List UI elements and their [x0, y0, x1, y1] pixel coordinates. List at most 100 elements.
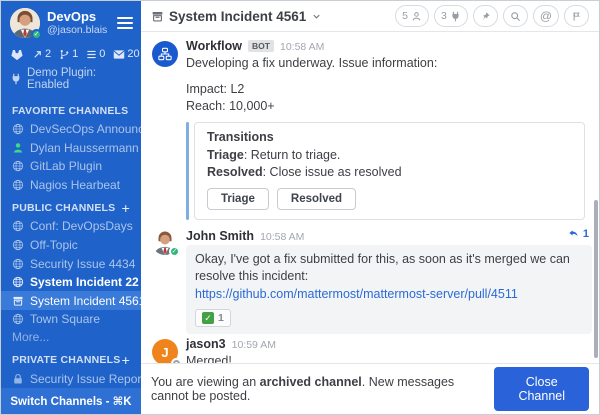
- mentions-button[interactable]: @: [533, 5, 559, 27]
- sidebar-item-system-incident-4561[interactable]: System Incident 4561: [1, 291, 141, 310]
- attachment-field-triage: Triage: Return to triage.: [207, 147, 572, 164]
- author-name[interactable]: Workflow: [186, 39, 242, 53]
- post-workflow-1: Workflow BOT 10:58 AM Developing a fix u…: [152, 39, 599, 224]
- merge-requests-counter[interactable]: 2: [32, 48, 51, 60]
- sidebar-item-system-incident-22[interactable]: System Incident 22 1: [1, 273, 141, 292]
- add-private-channel-button[interactable]: +: [122, 355, 130, 365]
- sidebar-item-security-issue-4434[interactable]: Security Issue 4434: [1, 254, 141, 273]
- reaction-white-check-mark[interactable]: 1: [195, 309, 231, 327]
- reply-thread-button[interactable]: 1: [567, 227, 589, 240]
- globe-icon: [12, 220, 24, 232]
- post-header: Workflow BOT 10:58 AM: [186, 39, 599, 53]
- user-avatar: [10, 8, 40, 38]
- impact-line: Impact: L2: [186, 81, 599, 98]
- plug-icon: [10, 73, 22, 85]
- todo-counter[interactable]: 0: [86, 48, 105, 60]
- archive-icon: [12, 295, 24, 307]
- sidebar: DevOps @jason.blais 2 1 0 2: [1, 1, 141, 414]
- jason3-avatar: J: [152, 339, 178, 363]
- issue-info: Impact: L2 Reach: 10,000+: [186, 81, 599, 115]
- channel-toolbar: 5 3 @: [395, 5, 589, 27]
- resolved-button[interactable]: Resolved: [277, 188, 356, 210]
- issues-counter[interactable]: 1: [59, 48, 78, 60]
- demo-plugin-label: Demo Plugin: Enabled: [27, 67, 132, 91]
- channel-title-menu[interactable]: System Incident 4561: [151, 9, 322, 24]
- attachment-field-resolved: Resolved: Close issue as resolved: [207, 164, 572, 181]
- channel-view: System Incident 4561 5 3: [141, 1, 599, 414]
- team-header[interactable]: DevOps @jason.blais: [1, 1, 141, 43]
- online-status-icon: [31, 29, 42, 40]
- post-jason3: J jason3 10:59 AM Merged! 2: [152, 337, 599, 363]
- team-identity: DevOps @jason.blais: [47, 10, 110, 37]
- gitlab-icon[interactable]: [10, 47, 24, 61]
- attachment-accent-bar: [186, 122, 189, 220]
- post-john-smith: John Smith 10:58 AM 1 Okay, I've got a f…: [152, 227, 599, 334]
- triage-button[interactable]: Triage: [207, 188, 269, 210]
- reach-line: Reach: 10,000+: [186, 98, 599, 115]
- message-list: Workflow BOT 10:58 AM Developing a fix u…: [141, 32, 599, 363]
- sidebar-item-town-square[interactable]: Town Square: [1, 310, 141, 329]
- message-attachment: Transitions Triage: Return to triage. Re…: [186, 122, 585, 220]
- globe-icon: [12, 276, 24, 288]
- chevron-down-icon: [311, 11, 322, 22]
- sidebar-item-devsecops-announces[interactable]: DevSecOps Announces: [1, 120, 141, 139]
- archived-notice: You are viewing an archived channel. New…: [151, 375, 480, 403]
- sidebar-item-dylan-haussermann[interactable]: Dylan Haussermann: [1, 139, 141, 158]
- sidebar-item-conf-devopsdays[interactable]: Conf: DevOpsDays: [1, 217, 141, 236]
- bot-badge: BOT: [248, 40, 274, 52]
- list-icon: [86, 49, 97, 60]
- flag-icon: [571, 11, 582, 22]
- user-handle: @jason.blais: [47, 24, 110, 36]
- search-button[interactable]: [503, 5, 528, 27]
- author-name[interactable]: jason3: [186, 337, 226, 351]
- plug-icon: [450, 11, 461, 22]
- more-channels-link[interactable]: More...: [1, 328, 141, 346]
- attachment-card: Transitions Triage: Return to triage. Re…: [194, 122, 585, 220]
- sidebar-item-nagios-hearbeat[interactable]: Nagios Hearbeat: [1, 176, 141, 195]
- lock-icon: [12, 373, 24, 385]
- timestamp[interactable]: 10:58 AM: [280, 41, 324, 53]
- github-pull-request-link[interactable]: https://github.com/mattermost/mattermost…: [195, 286, 518, 303]
- pinned-posts-button[interactable]: [473, 5, 498, 27]
- close-channel-button[interactable]: Close Channel: [494, 367, 589, 411]
- main-menu-icon[interactable]: [117, 14, 133, 32]
- message-text: Okay, I've got a fix submitted for this,…: [195, 251, 583, 285]
- archived-channel-footer: You are viewing an archived channel. New…: [141, 363, 599, 414]
- timestamp[interactable]: 10:59 AM: [232, 339, 276, 351]
- reaction-count: 1: [218, 312, 224, 324]
- git-branch-icon: [59, 49, 70, 60]
- scrollbar[interactable]: [594, 200, 598, 358]
- globe-icon: [12, 123, 24, 135]
- at-icon: @: [540, 9, 552, 23]
- add-public-channel-button[interactable]: +: [122, 203, 130, 213]
- channel-title: System Incident 4561: [169, 9, 306, 24]
- workflow-bot-avatar: [152, 41, 178, 67]
- online-status-icon: [169, 246, 180, 257]
- sidebar-item-off-topic[interactable]: Off-Topic: [1, 236, 141, 255]
- arrow-up-right-icon: [32, 49, 43, 60]
- pin-icon: [480, 11, 491, 22]
- mail-counter[interactable]: 20: [113, 48, 139, 60]
- private-channels-section-header: PRIVATE CHANNELS +: [1, 346, 141, 369]
- plugin-count-button[interactable]: 3: [434, 5, 468, 27]
- team-name: DevOps: [47, 10, 110, 25]
- reactions: 1: [195, 309, 583, 327]
- message-text: Developing a fix underway. Issue informa…: [186, 55, 599, 72]
- globe-icon: [12, 258, 24, 270]
- attachment-actions: Triage Resolved: [207, 188, 572, 210]
- sidebar-item-gitlab-plugin[interactable]: GitLab Plugin: [1, 157, 141, 176]
- public-channels-section-header: PUBLIC CHANNELS +: [1, 194, 141, 217]
- author-name[interactable]: John Smith: [186, 229, 254, 243]
- offline-status-icon: [173, 360, 180, 363]
- switch-channels-button[interactable]: Switch Channels - ⌘K: [1, 388, 141, 414]
- person-online-icon: [12, 142, 24, 154]
- favorites-section-header: FAVORITE CHANNELS: [1, 97, 141, 120]
- globe-icon: [12, 313, 24, 325]
- members-button[interactable]: 5: [395, 5, 429, 27]
- timestamp[interactable]: 10:58 AM: [260, 231, 304, 243]
- flagged-posts-button[interactable]: [564, 5, 589, 27]
- sidebar-item-security-issue-reports[interactable]: Security Issue Reports: [1, 369, 141, 388]
- archive-icon: [151, 10, 164, 23]
- envelope-icon: [113, 49, 125, 60]
- reply-count: 1: [583, 228, 589, 240]
